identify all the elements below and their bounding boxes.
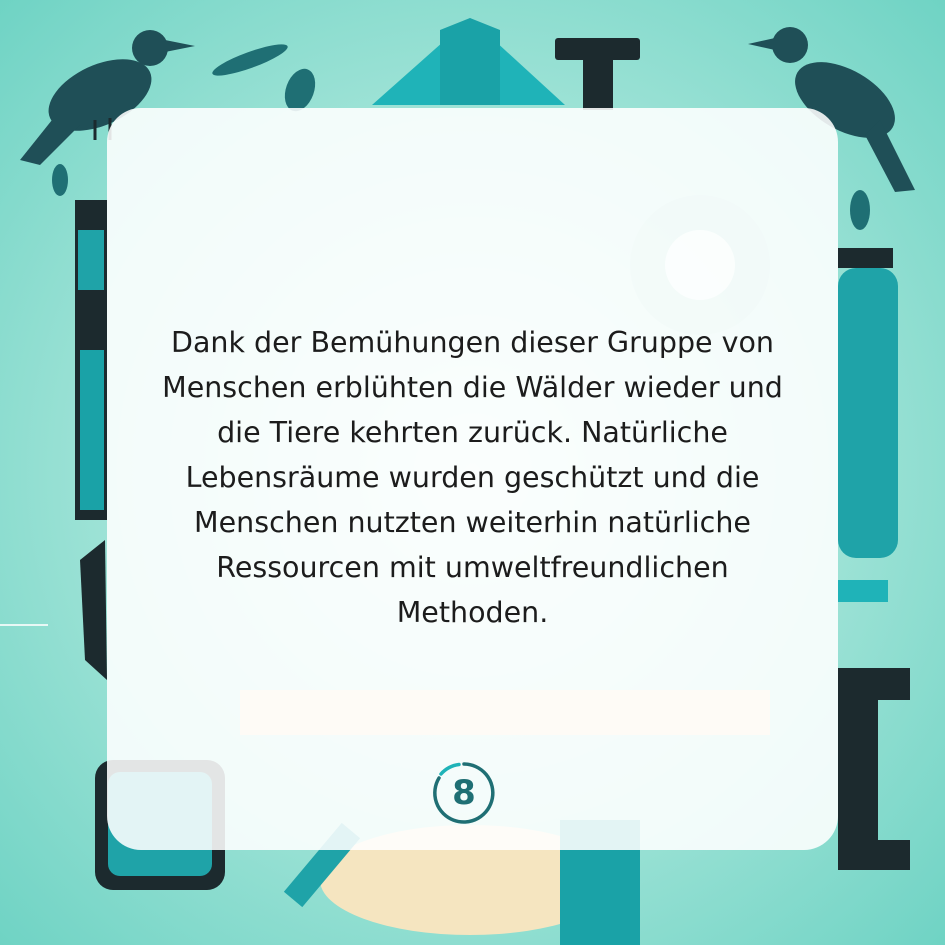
triangle-roof [372, 18, 565, 105]
page-number-badge: 8 [431, 760, 497, 826]
text-card: Dank der Bemühungen dieser Gruppe von Me… [107, 108, 838, 850]
page-number: 8 [452, 773, 476, 813]
frame-block [838, 668, 910, 870]
t-block [555, 38, 640, 110]
story-text: Dank der Bemühungen dieser Gruppe von Me… [162, 326, 783, 629]
bottle-icon [838, 248, 898, 602]
